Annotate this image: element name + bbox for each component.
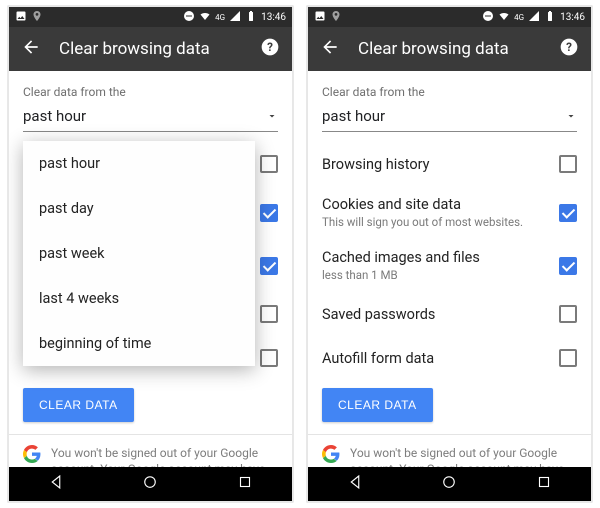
signal-icon xyxy=(229,10,241,25)
row-autofill[interactable]: Autofill form data xyxy=(308,336,591,380)
clear-data-button[interactable]: CLEAR DATA xyxy=(23,388,134,422)
google-logo-icon xyxy=(322,445,340,463)
google-logo-icon xyxy=(23,445,41,463)
option-last-4-weeks[interactable]: last 4 weeks xyxy=(23,276,255,321)
nav-home[interactable] xyxy=(141,473,159,495)
image-icon xyxy=(15,10,27,25)
row-cache[interactable]: Cached images and files less than 1 MB xyxy=(308,239,591,292)
android-nav-bar xyxy=(308,467,591,501)
battery-icon xyxy=(544,10,556,25)
nav-recent[interactable] xyxy=(236,473,254,495)
network-label: 4G xyxy=(514,13,524,22)
option-past-day[interactable]: past day xyxy=(23,186,255,231)
wifi-icon xyxy=(498,10,510,25)
time-range-select[interactable]: past hour xyxy=(322,103,577,132)
checkbox-browsing[interactable] xyxy=(559,155,577,173)
nav-back[interactable] xyxy=(346,473,364,495)
back-button[interactable] xyxy=(21,37,41,61)
app-bar: Clear browsing data ? xyxy=(308,27,591,71)
row-cookies[interactable]: Cookies and site data This will sign you… xyxy=(308,186,591,239)
location-icon xyxy=(330,10,342,25)
checkbox-cache[interactable] xyxy=(260,257,278,275)
time-range-label: Clear data from the xyxy=(308,71,591,103)
wifi-icon xyxy=(199,10,211,25)
clock: 13:46 xyxy=(560,12,585,23)
option-beginning-of-time[interactable]: beginning of time xyxy=(23,321,255,366)
status-bar: 4G 13:46 xyxy=(308,7,591,27)
help-button[interactable]: ? xyxy=(559,37,579,61)
page-title: Clear browsing data xyxy=(358,39,541,59)
status-bar: 4G 13:46 xyxy=(9,7,292,27)
checkbox-browsing[interactable] xyxy=(260,155,278,173)
chevron-down-icon xyxy=(565,110,577,122)
location-icon xyxy=(31,10,43,25)
network-label: 4G xyxy=(215,13,225,22)
checkbox-autofill[interactable] xyxy=(260,349,278,367)
clear-data-button[interactable]: CLEAR DATA xyxy=(322,388,433,422)
time-range-dropdown: past hour past day past week last 4 week… xyxy=(23,141,255,366)
dnd-icon xyxy=(482,10,494,25)
app-bar: Clear browsing data ? xyxy=(9,27,292,71)
chevron-down-icon xyxy=(266,110,278,122)
signal-icon xyxy=(528,10,540,25)
row-browsing-history[interactable]: Browsing history xyxy=(308,142,591,186)
screen-left: 4G 13:46 Clear browsing data ? Clear dat… xyxy=(8,6,293,502)
back-button[interactable] xyxy=(320,37,340,61)
checkbox-cache[interactable] xyxy=(559,257,577,275)
help-button[interactable]: ? xyxy=(260,37,280,61)
checkbox-cookies[interactable] xyxy=(260,204,278,222)
checkbox-passwords[interactable] xyxy=(559,305,577,323)
battery-icon xyxy=(245,10,257,25)
svg-text:?: ? xyxy=(267,40,273,54)
android-nav-bar xyxy=(9,467,292,501)
time-range-label: Clear data from the xyxy=(9,71,292,103)
clock: 13:46 xyxy=(261,12,286,23)
screen-right: 4G 13:46 Clear browsing data ? Clear dat… xyxy=(307,6,592,502)
image-icon xyxy=(314,10,326,25)
nav-recent[interactable] xyxy=(535,473,553,495)
footer-note: You won't be signed out of your Google a… xyxy=(308,435,591,467)
footer-note: You won't be signed out of your Google a… xyxy=(9,435,292,467)
option-past-week[interactable]: past week xyxy=(23,231,255,276)
nav-home[interactable] xyxy=(440,473,458,495)
checkbox-passwords[interactable] xyxy=(260,305,278,323)
checkbox-autofill[interactable] xyxy=(559,349,577,367)
checkbox-cookies[interactable] xyxy=(559,204,577,222)
nav-back[interactable] xyxy=(47,473,65,495)
time-range-select[interactable]: past hour xyxy=(23,103,278,132)
dnd-icon xyxy=(183,10,195,25)
svg-text:?: ? xyxy=(566,40,572,54)
option-past-hour[interactable]: past hour xyxy=(23,141,255,186)
page-title: Clear browsing data xyxy=(59,39,242,59)
row-passwords[interactable]: Saved passwords xyxy=(308,292,591,336)
